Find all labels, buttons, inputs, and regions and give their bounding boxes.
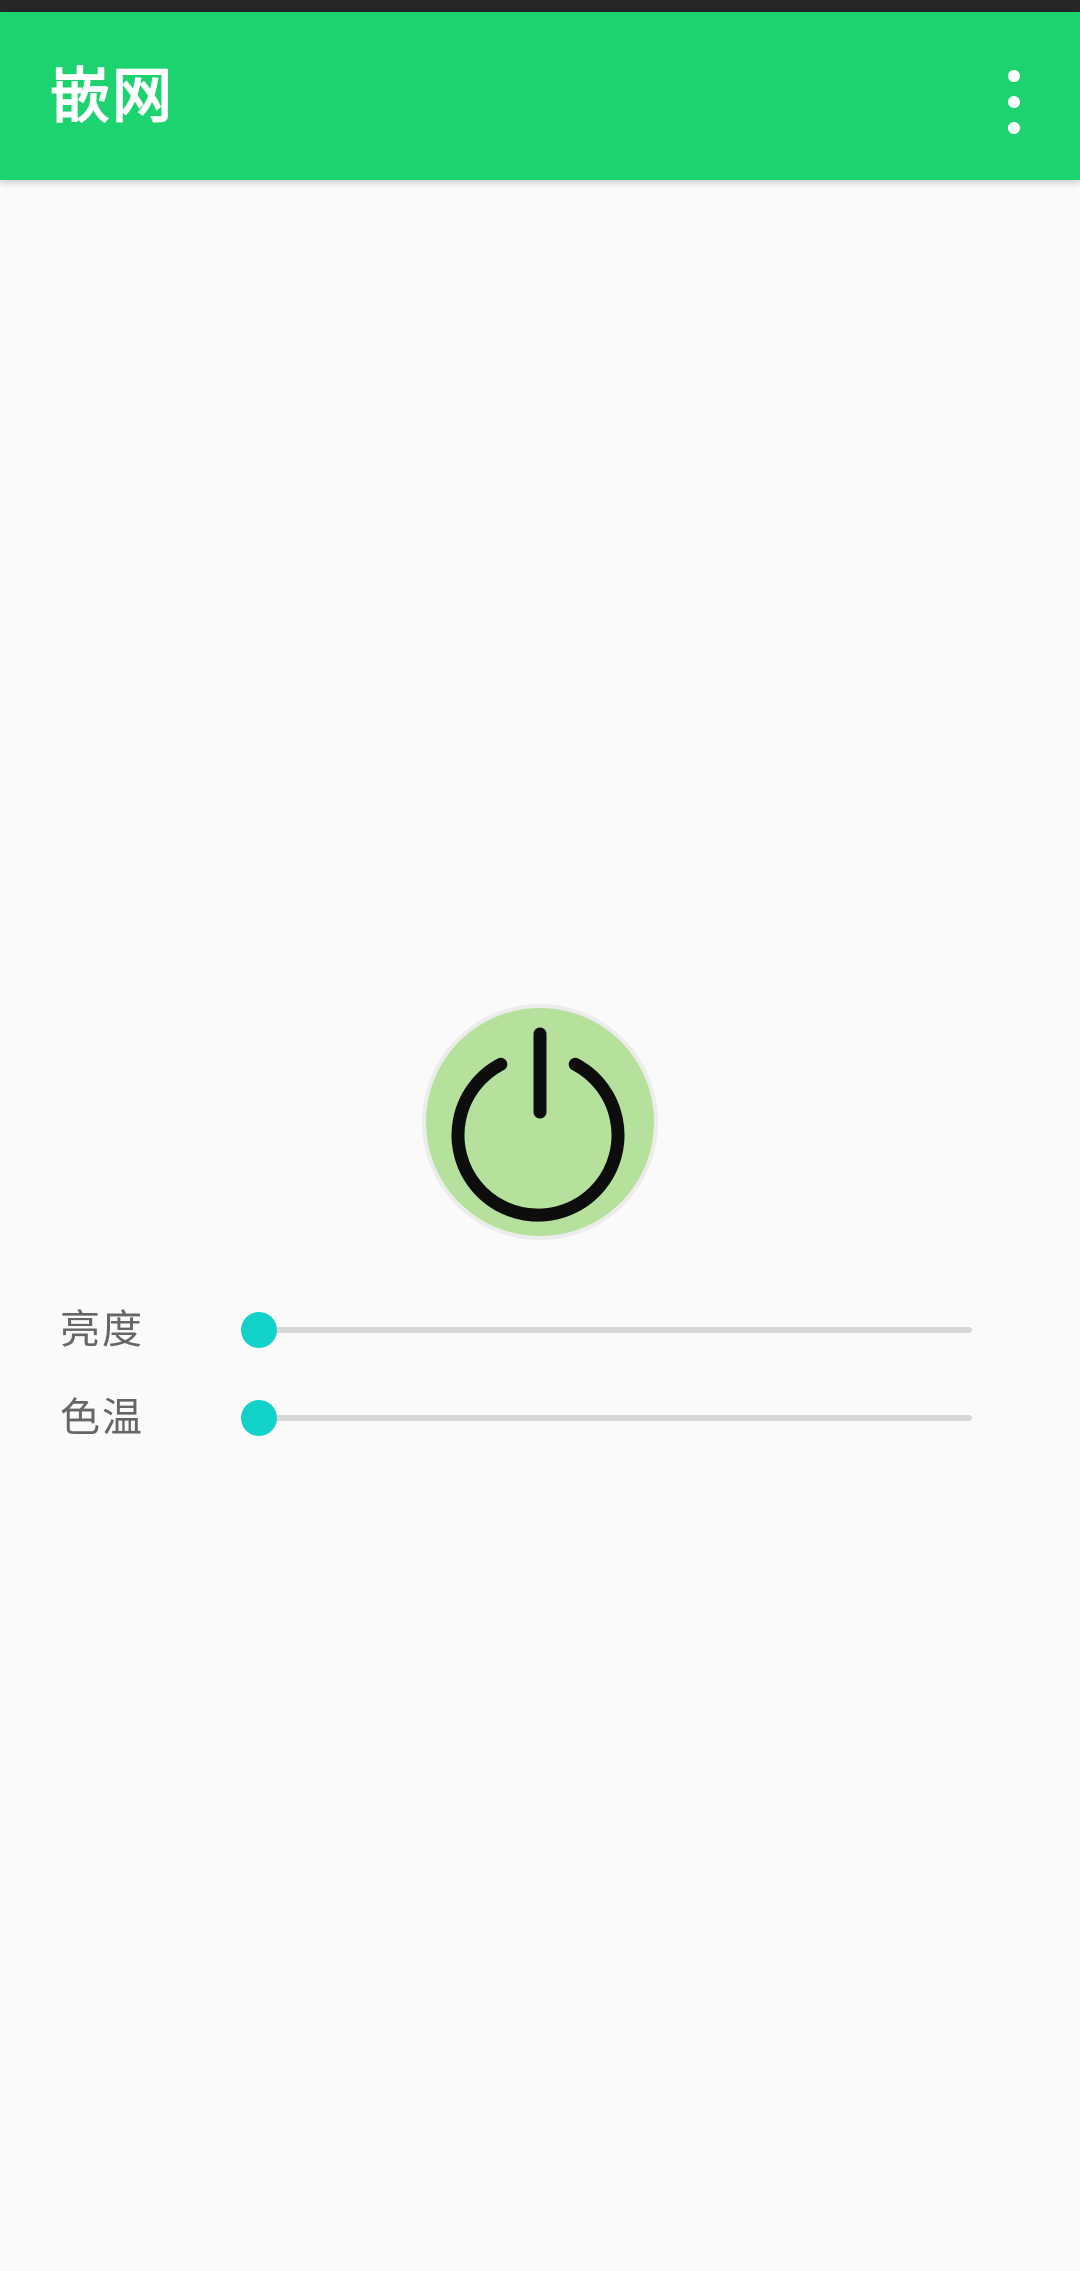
app-bar: 嵌网 [0, 12, 1080, 180]
color-temperature-slider-thumb[interactable] [241, 1400, 277, 1436]
app-title: 嵌网 [50, 62, 174, 132]
brightness-slider-track[interactable] [259, 1327, 972, 1333]
brightness-label: 亮度 [60, 1307, 144, 1353]
color-temperature-slider-row: 色温 [0, 1378, 1080, 1458]
more-vert-icon[interactable] [990, 70, 1038, 134]
brightness-slider-row: 亮度 [0, 1290, 1080, 1370]
color-temperature-slider-track[interactable] [259, 1415, 972, 1421]
brightness-slider-thumb[interactable] [241, 1312, 277, 1348]
power-button[interactable] [422, 1004, 658, 1240]
power-icon [451, 1027, 625, 1222]
color-temperature-label: 色温 [60, 1395, 144, 1441]
status-bar [0, 0, 1080, 12]
